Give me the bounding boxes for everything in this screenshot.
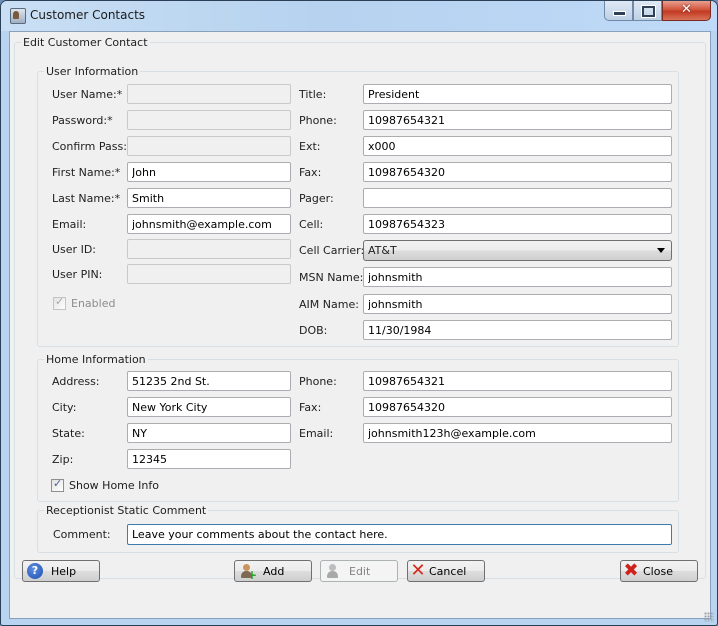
add-button[interactable]: + Add [234,560,312,582]
home-fax-label: Fax: [299,401,322,414]
user-id-input[interactable] [127,239,291,259]
window-controls: ✕ [604,1,711,21]
home-information-legend: Home Information [46,353,146,366]
maximize-icon [641,5,656,18]
show-home-info-label: Show Home Info [69,479,159,492]
aim-name-label: AIM Name: [299,298,359,311]
checkmark-icon: ✓ [53,477,63,490]
home-fax-input[interactable] [363,397,672,417]
home-city-label: City: [52,401,77,414]
close-button[interactable]: ✖ Close [620,560,698,582]
last-name-input[interactable] [127,188,291,208]
home-state-label: State: [52,427,85,440]
resize-grip[interactable] [704,612,714,622]
home-email-label: Email: [299,427,334,440]
phone-input[interactable] [363,110,672,130]
cell-carrier-select[interactable]: AT&T [363,240,672,261]
user-id-label: User ID: [52,243,96,256]
aim-name-input[interactable] [363,294,672,314]
dialog-client-area: Edit Customer Contact User Information U… [9,31,711,619]
ext-label: Ext: [299,140,321,153]
user-name-label: User Name:* [52,88,123,101]
close-window-button[interactable]: ✕ [662,1,711,21]
fax-label: Fax: [299,166,322,179]
title-bar[interactable]: Customer Contacts ✕ [1,1,717,31]
fax-input[interactable] [363,162,672,182]
ext-input[interactable] [363,136,672,156]
user-name-input[interactable] [127,84,291,104]
maximize-button[interactable] [633,1,662,21]
email-input[interactable] [127,214,291,234]
show-home-info-checkbox-box: ✓ [51,477,64,492]
edit-customer-contact-legend: Edit Customer Contact [23,36,148,49]
edit-user-icon [325,563,341,579]
window-title: Customer Contacts [30,8,146,22]
minimize-button[interactable] [604,1,633,21]
msn-name-input[interactable] [363,267,672,287]
dob-input[interactable] [363,320,672,340]
comment-input[interactable] [127,524,672,545]
cell-carrier-label: Cell Carrier: [299,244,365,257]
enabled-checkbox-label: Enabled [71,297,116,310]
dob-label: DOB: [299,324,328,337]
user-pin-label: User PIN: [52,268,103,281]
cancel-button-label: Cancel [429,564,467,578]
confirm-password-label: Confirm Pass:* [52,140,133,153]
home-phone-label: Phone: [299,375,337,388]
edit-button-label: Edit [349,564,371,578]
edit-button[interactable]: Edit [320,560,398,582]
dropdown-arrow-icon [657,248,665,253]
last-name-label: Last Name:* [52,192,121,205]
checkmark-icon: ✓ [55,295,65,308]
enabled-checkbox-box: ✓ [53,295,66,310]
cancel-button[interactable]: ✕ Cancel [407,560,485,582]
cell-carrier-selected: AT&T [368,244,397,257]
help-button[interactable]: ? Help [22,560,100,582]
cell-input[interactable] [363,214,672,234]
user-pin-input[interactable] [127,264,291,284]
show-home-info-checkbox[interactable]: ✓ Show Home Info [51,477,159,492]
home-zip-input[interactable] [127,449,291,469]
msn-name-label: MSN Name: [299,271,364,284]
help-button-label: Help [51,564,77,578]
title-label: Title: [299,88,327,101]
password-input[interactable] [127,110,291,130]
password-label: Password:* [52,114,113,127]
email-label: Email: [52,218,87,231]
cell-label: Cell: [299,218,324,231]
minimize-icon [613,11,626,16]
contacts-app-icon [10,8,26,24]
close-x-icon: ✖ [623,560,639,581]
home-city-input[interactable] [127,397,291,417]
close-button-label: Close [643,564,673,578]
close-icon: ✕ [681,2,692,17]
receptionist-comment-legend: Receptionist Static Comment [46,504,207,517]
customer-contacts-window: Customer Contacts ✕ Edit Customer Contac… [0,0,718,626]
home-address-label: Address: [52,375,100,388]
user-information-legend: User Information [46,65,139,78]
home-email-input[interactable] [363,423,672,443]
cancel-x-icon: ✕ [410,560,426,581]
help-icon: ? [27,563,43,579]
home-state-input[interactable] [127,423,291,443]
pager-input[interactable] [363,188,672,208]
phone-label: Phone: [299,114,337,127]
enabled-checkbox[interactable]: ✓ Enabled [53,295,116,310]
home-zip-label: Zip: [52,453,74,466]
add-user-icon: + [239,563,257,581]
home-phone-input[interactable] [363,371,672,391]
first-name-label: First Name:* [52,166,121,179]
comment-label: Comment: [53,528,111,541]
add-button-label: Add [263,564,285,578]
title-input[interactable] [363,84,672,104]
pager-label: Pager: [299,192,334,205]
confirm-password-input[interactable] [127,136,291,156]
home-address-input[interactable] [127,371,291,391]
first-name-input[interactable] [127,162,291,182]
